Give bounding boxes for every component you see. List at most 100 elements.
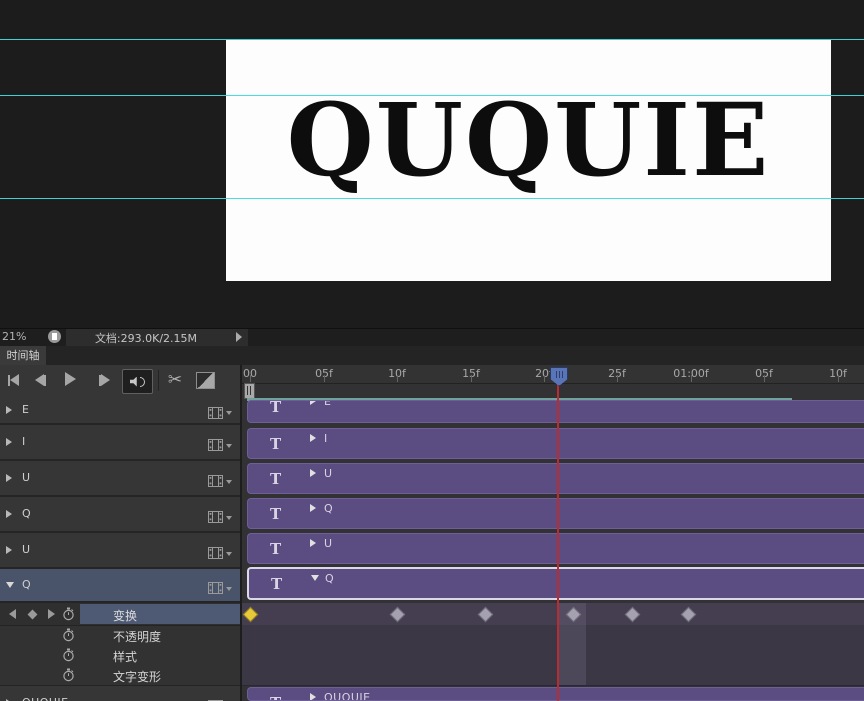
clip-expand-icon[interactable] bbox=[310, 400, 316, 405]
clip-name-label: U bbox=[324, 467, 333, 480]
clip-bar-u-2[interactable]: TU bbox=[247, 463, 864, 494]
filmstrip-icon bbox=[208, 404, 223, 423]
layer-film-menu[interactable] bbox=[208, 508, 232, 527]
clip-expand-icon[interactable] bbox=[311, 575, 319, 581]
filmstrip-icon bbox=[208, 472, 223, 491]
canvas-text-layer[interactable]: QUQUIE bbox=[226, 90, 831, 190]
speaker-icon bbox=[130, 377, 139, 387]
text-layer-icon: T bbox=[270, 400, 281, 416]
transition-button[interactable] bbox=[196, 372, 215, 389]
transform-keyframe-track[interactable] bbox=[242, 603, 864, 626]
work-area-start-handle[interactable] bbox=[244, 383, 255, 399]
text-layer-icon: T bbox=[270, 470, 281, 488]
chevron-down-icon bbox=[226, 411, 232, 415]
ruler-tick-mark-8 bbox=[838, 375, 839, 382]
previous-frame-triangle-icon bbox=[35, 374, 44, 386]
layer-film-menu[interactable] bbox=[208, 472, 232, 491]
stopwatch-icon[interactable] bbox=[62, 628, 75, 642]
previous-frame-button[interactable] bbox=[31, 372, 49, 388]
layer-film-menu[interactable] bbox=[208, 436, 232, 455]
layer-row-i-1[interactable]: I bbox=[0, 425, 240, 461]
clip-expand-icon[interactable] bbox=[310, 539, 316, 547]
next-keyframe-button[interactable] bbox=[46, 609, 56, 619]
tab-timeline[interactable]: 时间轴 bbox=[0, 346, 46, 365]
empty-property-track-1 bbox=[242, 645, 864, 666]
layer-film-menu[interactable] bbox=[208, 697, 232, 701]
clip-name-label: QUQUIE bbox=[324, 691, 371, 701]
next-keyframe-icon bbox=[48, 609, 55, 619]
text-layer-icon: T bbox=[271, 575, 282, 593]
layer-name-label: E bbox=[22, 403, 29, 416]
property-row-1[interactable]: 样式 bbox=[0, 645, 240, 666]
filmstrip-icon bbox=[208, 508, 223, 527]
clip-bar-q-3[interactable]: TQ bbox=[247, 498, 864, 529]
ruler-tick-mark-0 bbox=[250, 375, 251, 382]
clip-expand-icon[interactable] bbox=[310, 434, 316, 442]
layer-row-ququie-6[interactable]: QUQUIE bbox=[0, 685, 240, 701]
photoshop-window: QUQUIE 21% 文档:293.0K/2.15M 时间轴 ✂ 0005f10 bbox=[0, 0, 864, 701]
layer-film-menu[interactable] bbox=[208, 579, 232, 598]
property-transform-highlight[interactable] bbox=[80, 604, 240, 624]
transform-stopwatch-icon[interactable] bbox=[62, 607, 75, 621]
clip-expand-icon[interactable] bbox=[310, 693, 316, 701]
clip-content: TI bbox=[248, 429, 864, 458]
ruler-tick-mark-1 bbox=[324, 375, 325, 382]
doc-info-text: 文档:293.0K/2.15M bbox=[66, 330, 226, 346]
chevron-down-icon bbox=[226, 480, 232, 484]
zoom-level-field[interactable]: 21% bbox=[2, 330, 26, 343]
horizontal-guide-2 bbox=[0, 198, 864, 199]
ruler-tick-mark-5 bbox=[617, 375, 618, 382]
clip-name-label: E bbox=[324, 400, 331, 408]
stopwatch-icon[interactable] bbox=[62, 648, 75, 662]
clip-bar-ququie-6[interactable]: TQUQUIE bbox=[247, 687, 864, 701]
property-row-2[interactable]: 文字变形 bbox=[0, 665, 240, 686]
layer-expand-icon[interactable] bbox=[6, 546, 12, 554]
clip-bar-e-0[interactable]: TE bbox=[247, 400, 864, 423]
property-row-0[interactable]: 不透明度 bbox=[0, 625, 240, 646]
mute-audio-button[interactable] bbox=[122, 369, 153, 394]
doc-info-box[interactable]: 文档:293.0K/2.15M bbox=[66, 329, 248, 346]
text-layer-icon: T bbox=[270, 505, 281, 523]
layer-expand-icon[interactable] bbox=[6, 406, 12, 414]
layer-film-menu[interactable] bbox=[208, 544, 232, 563]
filmstrip-icon bbox=[208, 436, 223, 455]
layer-film-menu[interactable] bbox=[208, 404, 232, 423]
filmstrip-icon bbox=[208, 544, 223, 563]
clip-expand-icon[interactable] bbox=[310, 504, 316, 512]
layer-row-e-0[interactable]: E bbox=[0, 396, 240, 425]
split-at-playhead-button[interactable]: ✂ bbox=[163, 368, 187, 392]
layer-row-u-2[interactable]: U bbox=[0, 461, 240, 497]
layer-expand-icon[interactable] bbox=[6, 510, 12, 518]
doc-info-menu-arrow-icon[interactable] bbox=[236, 332, 242, 342]
stopwatch-icon[interactable] bbox=[62, 668, 75, 682]
clip-bar-i-1[interactable]: TI bbox=[247, 428, 864, 459]
horizontal-guide-1 bbox=[0, 95, 864, 96]
play-icon bbox=[65, 372, 76, 386]
text-layer-icon: T bbox=[270, 540, 281, 558]
chevron-down-icon bbox=[226, 516, 232, 520]
previous-keyframe-button[interactable] bbox=[7, 609, 17, 619]
clip-bar-q-5[interactable]: TQ bbox=[247, 567, 864, 600]
next-frame-triangle-icon bbox=[101, 374, 110, 386]
layer-expand-icon[interactable] bbox=[6, 582, 14, 588]
play-button[interactable] bbox=[62, 371, 78, 387]
layer-row-q-3[interactable]: Q bbox=[0, 497, 240, 533]
add-remove-keyframe-button[interactable] bbox=[27, 609, 37, 619]
clip-expand-icon[interactable] bbox=[310, 469, 316, 477]
layer-expand-icon[interactable] bbox=[6, 474, 12, 482]
keyframe-diamond-icon bbox=[27, 609, 37, 619]
chevron-down-icon bbox=[226, 444, 232, 448]
property-label-transform[interactable]: 变换 bbox=[113, 607, 137, 624]
first-frame-triangle-icon bbox=[10, 374, 19, 386]
clip-bar-u-4[interactable]: TU bbox=[247, 533, 864, 564]
clip-content: TQ bbox=[248, 499, 864, 528]
next-frame-button[interactable] bbox=[95, 372, 113, 388]
filmstrip-icon bbox=[208, 579, 223, 598]
layer-row-u-4[interactable]: U bbox=[0, 533, 240, 569]
empty-property-track-2 bbox=[242, 665, 864, 686]
ruler-tick-mark-6 bbox=[691, 375, 692, 382]
layer-expand-icon[interactable] bbox=[6, 438, 12, 446]
go-to-first-frame-button[interactable] bbox=[4, 372, 22, 388]
layer-row-q-5[interactable]: Q bbox=[0, 569, 240, 603]
clip-content: TE bbox=[248, 400, 864, 413]
